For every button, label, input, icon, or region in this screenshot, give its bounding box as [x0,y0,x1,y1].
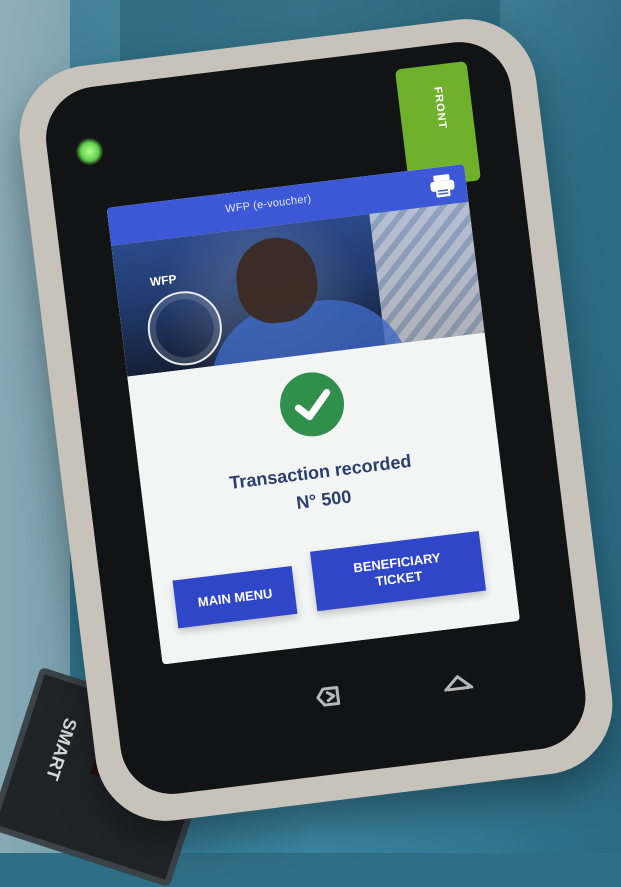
status-led [73,135,106,168]
front-sticker-text: FRONT [431,86,449,131]
printer-icon[interactable] [427,171,458,200]
device-bezel: FRONT WFP (e-voucher) WFP Transaction re… [40,36,592,800]
check-icon [276,368,348,441]
beneficiary-ticket-button[interactable]: BENEFICIARY TICKET [310,530,487,612]
home-icon[interactable] [431,662,486,708]
device-screen: WFP (e-voucher) WFP Transaction recorded… [106,164,520,665]
back-icon[interactable] [304,673,359,719]
transaction-status-panel: Transaction recorded N° 500 MAIN MENU BE… [127,332,520,665]
scale-brand-label: SMART [42,715,81,783]
main-menu-button[interactable]: MAIN MENU [172,566,298,629]
wfp-emblem-icon [143,287,227,370]
pos-device: FRONT WFP (e-voucher) WFP Transaction re… [11,11,621,829]
wfp-logo-text: WFP [149,272,178,290]
